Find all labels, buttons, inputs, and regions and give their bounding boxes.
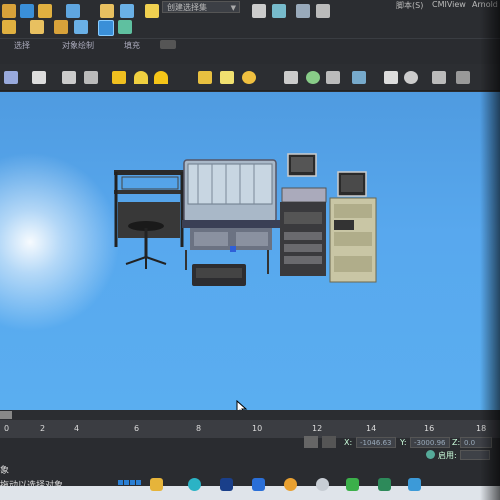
- y-label: Y:: [400, 438, 407, 447]
- sun-icon[interactable]: [154, 71, 168, 84]
- chrome-icon[interactable]: [284, 478, 297, 491]
- named-selection-icon[interactable]: [145, 4, 159, 18]
- search-icon[interactable]: [316, 478, 329, 491]
- patient-monitor-cart[interactable]: [329, 171, 377, 283]
- tick-label: 10: [252, 424, 263, 433]
- select-object-icon[interactable]: [38, 4, 52, 18]
- material-editor-icon[interactable]: [316, 4, 330, 18]
- schematic-icon[interactable]: [296, 4, 310, 18]
- move-icon[interactable]: [66, 4, 80, 18]
- grid-icon[interactable]: [352, 71, 366, 84]
- medical-cart[interactable]: [114, 170, 184, 247]
- z-label: Z:: [452, 438, 461, 447]
- tick-label: 4: [74, 424, 80, 433]
- selection-set-label: 创建选择集: [167, 3, 207, 12]
- viewport-menu-icon[interactable]: [4, 71, 18, 84]
- ribbon-label-fill[interactable]: 填充: [124, 40, 140, 51]
- stool[interactable]: [125, 221, 167, 269]
- camera-icon[interactable]: [32, 71, 46, 84]
- windows-taskbar: [0, 486, 500, 500]
- ribbon-label-select[interactable]: 选择: [14, 40, 30, 51]
- app-icon[interactable]: [378, 478, 391, 491]
- light-icon[interactable]: [112, 71, 126, 84]
- x-coordinate-field[interactable]: -1046.63: [356, 437, 396, 448]
- scene: [114, 153, 377, 286]
- absolute-mode-icon[interactable]: [322, 436, 336, 448]
- 3dsmax-icon[interactable]: [408, 478, 421, 491]
- link-icon[interactable]: [2, 20, 16, 34]
- tick-label: 2: [40, 424, 46, 433]
- orbit-icon[interactable]: [456, 71, 470, 84]
- tick-label: 16: [424, 424, 435, 433]
- chevron-down-icon: ▼: [230, 4, 236, 12]
- infant-incubator[interactable]: [182, 159, 280, 274]
- mail-icon[interactable]: [252, 478, 265, 491]
- lock-selection-icon[interactable]: [304, 436, 318, 448]
- adaptive-degradation-icon[interactable]: [426, 450, 435, 459]
- selection-set-dropdown[interactable]: 创建选择集 ▼: [162, 1, 240, 13]
- tick-label: 14: [366, 424, 377, 433]
- layer-icon[interactable]: [252, 4, 266, 18]
- sparkle-icon[interactable]: [198, 71, 212, 84]
- bind-icon[interactable]: [30, 20, 44, 34]
- y-coordinate-field[interactable]: -3000.96: [410, 437, 450, 448]
- prompt-line: 象: [0, 466, 10, 476]
- menu-script[interactable]: 脚本(S): [396, 0, 423, 11]
- lighting-icon[interactable]: [384, 71, 398, 84]
- wechat-icon[interactable]: [346, 478, 359, 491]
- ultrasound-machine[interactable]: [280, 153, 327, 276]
- monitor-bezel: [480, 0, 500, 500]
- menu-cmiview[interactable]: CMIView: [432, 0, 466, 9]
- windows-start-icon[interactable]: [118, 480, 142, 486]
- angle-snap-icon[interactable]: [120, 4, 134, 18]
- x-label: X:: [344, 438, 353, 447]
- shading-icon[interactable]: [306, 71, 320, 84]
- tick-label: 12: [312, 424, 323, 433]
- ribbon-label-object-paint[interactable]: 对象绘制: [62, 40, 94, 51]
- transform-icon[interactable]: [432, 71, 446, 84]
- render-setup-icon[interactable]: [62, 71, 76, 84]
- hierarchy-icon[interactable]: [54, 20, 68, 34]
- infant-scale[interactable]: [192, 264, 246, 286]
- perspective-viewport[interactable]: [0, 92, 500, 410]
- undo-icon[interactable]: [2, 4, 16, 18]
- tick-label: 0: [4, 424, 10, 433]
- screen: 创建选择集 ▼ 脚本(S) CMIView Arnold 选择 对象绘制 填充: [0, 0, 500, 500]
- cube-icon[interactable]: [284, 71, 298, 84]
- sphere-light-icon[interactable]: [134, 71, 148, 84]
- edge-browser-icon[interactable]: [188, 478, 201, 491]
- snap-icon[interactable]: [100, 4, 114, 18]
- time-slider-handle[interactable]: [0, 411, 12, 419]
- select-region-icon[interactable]: [20, 4, 34, 18]
- list-icon[interactable]: [220, 71, 234, 84]
- check-icon[interactable]: [118, 20, 132, 34]
- tick-label: 6: [134, 424, 140, 433]
- graph-editor-icon[interactable]: [272, 4, 286, 18]
- file-explorer-icon[interactable]: [150, 478, 163, 491]
- viewport-toolbar: [0, 64, 500, 91]
- store-icon[interactable]: [220, 478, 233, 491]
- time-slider[interactable]: [0, 410, 500, 420]
- main-toolbar: 创建选择集 ▼ 脚本(S) CMIView Arnold: [0, 0, 500, 39]
- mouse-cursor-icon: [236, 400, 248, 410]
- active-tool-icon[interactable]: [98, 20, 114, 36]
- grid-enable-label: 启用:: [438, 451, 457, 460]
- display-icon[interactable]: [74, 20, 88, 34]
- ribbon-toggle[interactable]: [160, 40, 176, 49]
- help-icon[interactable]: [242, 71, 256, 84]
- tick-label: 8: [196, 424, 202, 433]
- edges-icon[interactable]: [326, 71, 340, 84]
- render-frame-icon[interactable]: [84, 71, 98, 84]
- material-ball-icon[interactable]: [404, 71, 418, 84]
